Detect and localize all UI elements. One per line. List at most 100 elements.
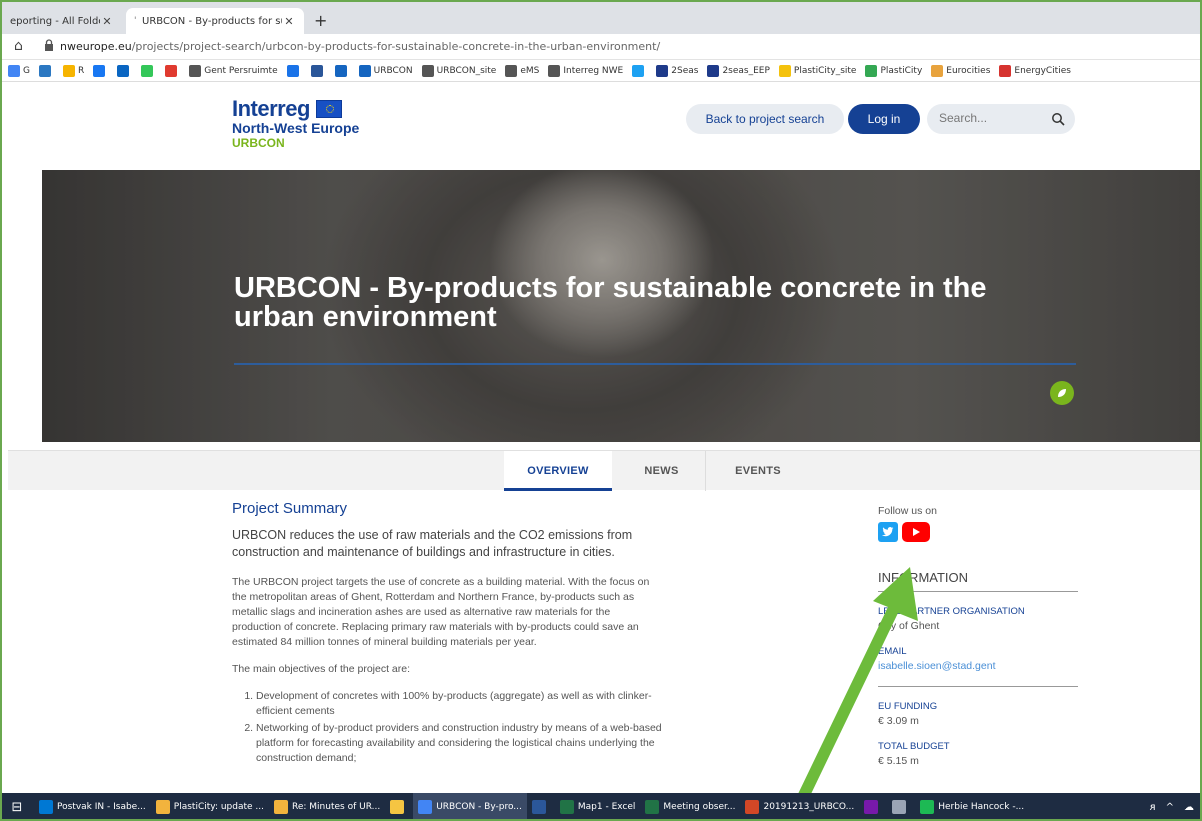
bookmark-icon <box>707 64 720 77</box>
bookmark-item[interactable] <box>165 64 180 77</box>
search-icon[interactable] <box>1051 112 1065 126</box>
taskbar-label: Herbie Hancock -... <box>938 802 1025 812</box>
bookmark-icon <box>117 64 130 77</box>
taskbar-item[interactable]: PlastiCity: update ... <box>151 793 269 821</box>
app-icon <box>892 800 907 814</box>
email-link[interactable]: isabelle.sioen@stad.gent <box>878 660 1078 672</box>
taskbar-item[interactable]: Re: Minutes of UR... <box>269 793 385 821</box>
taskbar-label: Meeting obser... <box>663 802 736 812</box>
youtube-icon[interactable] <box>902 522 930 542</box>
close-icon[interactable]: ✕ <box>100 15 114 28</box>
taskbar-item[interactable]: Postvak IN - Isabe... <box>34 793 151 821</box>
bookmark-item[interactable] <box>93 64 108 77</box>
information-heading: INFORMATION <box>878 570 1078 592</box>
url-field[interactable]: nweurope.eu/projects/project-search/urbc… <box>60 40 660 53</box>
taskbar-label: Re: Minutes of UR... <box>292 802 381 812</box>
bookmark-item[interactable]: URBCON_site <box>421 64 496 77</box>
log-in-button[interactable]: Log in <box>848 104 920 134</box>
home-icon[interactable]: ⌂ <box>14 38 23 54</box>
taskbar-item[interactable] <box>527 793 555 821</box>
app-icon <box>274 800 288 814</box>
bookmark-label: EnergyCities <box>1014 65 1071 76</box>
bookmark-icon <box>505 64 518 77</box>
bookmark-item[interactable]: R <box>62 64 84 77</box>
site-header: Interreg North-West Europe URBCON Back t… <box>8 82 1200 170</box>
bookmark-item[interactable]: PlastiCity_site <box>778 64 856 77</box>
app-icon <box>864 800 879 814</box>
bookmark-item[interactable]: Gent Persruimte <box>189 64 278 77</box>
task-view-icon[interactable]: ⊟ <box>0 793 34 821</box>
bookmark-item[interactable] <box>334 64 350 77</box>
search-input[interactable] <box>939 111 1039 125</box>
app-icon <box>920 800 935 814</box>
bookmark-label: 2Seas <box>671 65 699 76</box>
bookmark-icon <box>141 64 154 77</box>
taskbar-item[interactable]: URBCON - By-pro... <box>413 793 527 821</box>
tab-news[interactable]: NEWS <box>618 451 706 491</box>
bookmark-label: Interreg NWE <box>563 65 624 76</box>
taskbar-item[interactable]: 20191213_URBCO... <box>740 793 859 821</box>
bookmark-icon <box>358 64 371 77</box>
bookmark-item[interactable]: G <box>8 64 30 77</box>
social-links <box>878 522 1078 542</box>
summary-heading: Project Summary <box>232 500 348 517</box>
bookmark-item[interactable]: 2seas_EEP <box>707 64 770 77</box>
taskbar-item[interactable]: Herbie Hancock -... <box>915 793 1029 821</box>
bookmark-item[interactable] <box>38 64 54 77</box>
app-icon <box>559 800 574 814</box>
chevron-up-icon[interactable]: ^ <box>1166 802 1174 813</box>
bookmark-item[interactable]: EnergyCities <box>999 64 1071 77</box>
bookmark-label: Gent Persruimte <box>204 65 278 76</box>
bookmark-icon <box>8 64 20 77</box>
bookmark-item[interactable]: Eurocities <box>931 64 990 77</box>
interreg-logo[interactable]: Interreg North-West Europe URBCON <box>232 96 359 150</box>
back-to-project-search-button[interactable]: Back to project search <box>686 104 844 134</box>
people-icon[interactable]: ᴙ <box>1150 802 1156 813</box>
taskbar-item[interactable] <box>887 793 915 821</box>
bookmark-item[interactable] <box>632 64 647 77</box>
bookmark-item[interactable] <box>310 64 326 77</box>
bookmark-item[interactable] <box>286 64 302 77</box>
close-icon[interactable]: ✕ <box>282 15 296 28</box>
bookmark-icon <box>999 64 1012 77</box>
taskbar-item[interactable] <box>859 793 887 821</box>
total-budget-label: TOTAL BUDGET <box>878 741 950 752</box>
app-icon <box>418 800 433 814</box>
app-icon <box>745 800 760 814</box>
sidebar-divider <box>878 686 1078 687</box>
eu-funding-label: EU FUNDING <box>878 701 938 712</box>
search-box <box>927 104 1075 134</box>
bookmark-item[interactable]: Interreg NWE <box>548 64 624 77</box>
loading-icon: ' <box>134 16 137 26</box>
bookmark-icon <box>310 64 323 77</box>
bookmark-item[interactable]: eMS <box>505 64 539 77</box>
browser-tab-urbcon[interactable]: ' URBCON - By-products for susta ✕ <box>126 8 304 34</box>
bookmark-icon <box>865 64 878 77</box>
url-path: /projects/project-search/urbcon-by-produ… <box>131 40 661 53</box>
twitter-icon[interactable] <box>878 522 898 542</box>
leaf-badge-icon[interactable] <box>1050 381 1074 405</box>
bookmark-item[interactable] <box>117 64 132 77</box>
lock-icon[interactable] <box>44 39 54 51</box>
new-tab-button[interactable]: + <box>314 11 327 30</box>
app-icon <box>645 800 660 814</box>
cloud-icon[interactable]: ☁ <box>1184 802 1194 813</box>
taskbar-item[interactable] <box>385 793 413 821</box>
eu-flag-icon <box>315 100 342 118</box>
browser-tab-reporting[interactable]: eporting - All Folders ✕ <box>2 8 122 34</box>
tab-events[interactable]: EVENTS <box>708 451 808 491</box>
bookmark-icon <box>165 64 178 77</box>
bookmark-item[interactable]: PlastiCity <box>865 64 923 77</box>
bookmark-label: URBCON <box>373 65 413 76</box>
bookmark-icon <box>62 64 75 77</box>
bookmark-icon <box>931 64 944 77</box>
bookmark-item[interactable]: URBCON <box>358 64 413 77</box>
bookmark-label: PlastiCity <box>880 65 923 76</box>
taskbar-item[interactable]: Meeting obser... <box>640 793 740 821</box>
taskbar-item[interactable]: Map1 - Excel <box>555 793 641 821</box>
tab-title: eporting - All Folders <box>10 15 100 27</box>
lead-partner-label: LEAD PARTNER ORGANISATION <box>878 606 1025 617</box>
bookmark-item[interactable]: 2Seas <box>656 64 699 77</box>
tab-overview[interactable]: OVERVIEW <box>504 451 612 491</box>
bookmark-item[interactable] <box>141 64 156 77</box>
